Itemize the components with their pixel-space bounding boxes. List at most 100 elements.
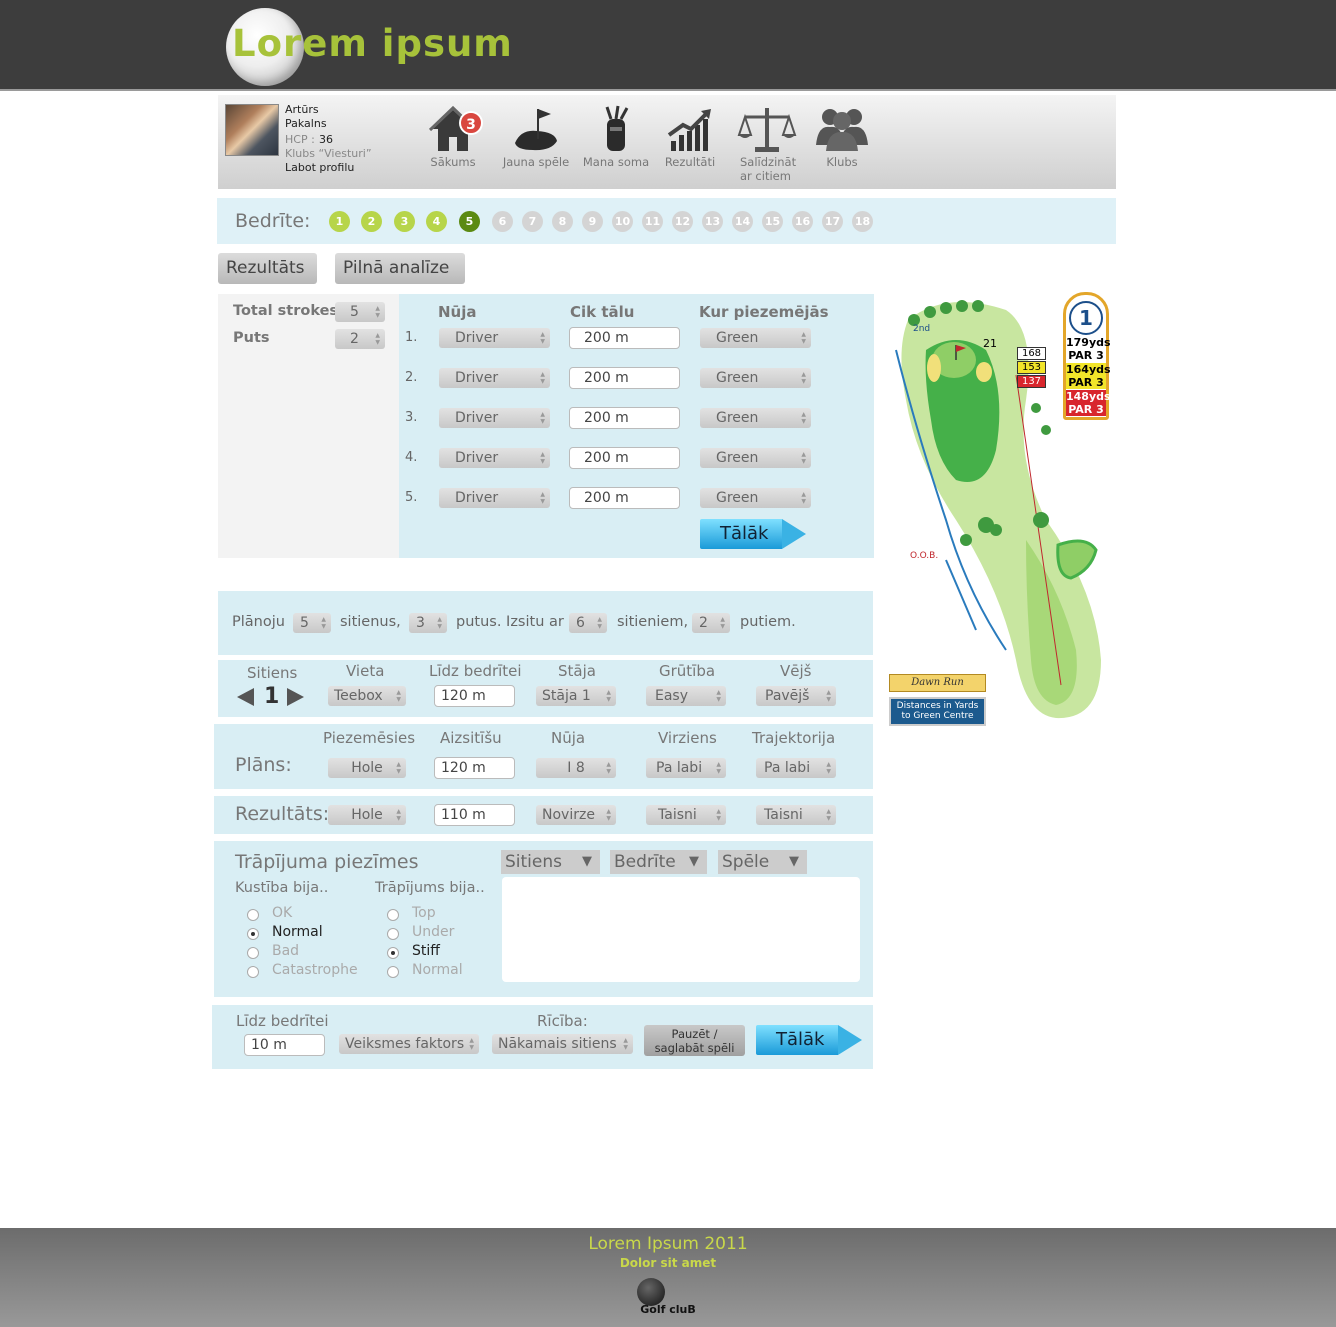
nav-results[interactable]: Rezultāti [650,105,730,169]
hole-button-15[interactable]: 15 [762,211,783,232]
bottom-next-button[interactable]: Tālāk [756,1025,862,1055]
pause-save-button[interactable]: Pauzēt / saglabāt spēli [644,1025,745,1056]
nav-compare[interactable]: Salīdzināt ar citiem [727,105,807,183]
stroke-distance-input[interactable]: 200 m [569,327,680,349]
actual-putts-select[interactable]: 2 [692,613,730,633]
action-label: Rīcība: [537,1012,588,1030]
hole-button-6[interactable]: 6 [492,211,513,232]
stroke-landing-select[interactable]: Green [700,448,811,468]
chevron-down-icon: ▼ [582,854,592,869]
result-deviation-select[interactable]: Novirze [536,805,616,825]
stroke-distance-input[interactable]: 200 m [569,407,680,429]
nav-club[interactable]: Klubs [802,105,882,169]
next-button[interactable]: Tālāk [700,519,806,549]
plan-direction-select[interactable]: Pa labi [646,758,726,778]
water-line [945,559,977,631]
stroke-landing-select[interactable]: Green [700,408,811,428]
notes-tab-shot[interactable]: Sitiens ▼ [501,850,600,874]
result-trajectory-select[interactable]: Taisni [756,805,836,825]
stroke-distance-input[interactable]: 200 m [569,447,680,469]
nav-my-bag[interactable]: Mana soma [576,105,656,169]
hole-button-8[interactable]: 8 [552,211,573,232]
actual-strokes-select[interactable]: 6 [569,613,607,633]
putts-select[interactable]: 2 [335,329,385,349]
stroke-landing-select[interactable]: Green [700,368,811,388]
hole-button-14[interactable]: 14 [732,211,753,232]
stroke-landing-select[interactable]: Green [700,488,811,508]
notes-textarea[interactable] [502,877,860,982]
legend-distances-1: Distances in Yards [896,701,979,711]
tab-result[interactable]: Rezultāts [218,253,317,284]
hit-radio[interactable] [387,947,399,959]
hit-radio[interactable] [387,966,399,978]
hole-button-17[interactable]: 17 [822,211,843,232]
wind-select[interactable]: Pavējš [756,686,836,706]
dist-yellow: 153 [1017,361,1046,374]
result-landing-select[interactable]: Hole [328,805,406,825]
plan-carry-input[interactable]: 120 m [434,757,515,779]
site-logo[interactable]: Lorem ipsum [232,22,513,65]
hole-button-18[interactable]: 18 [852,211,873,232]
stroke-club-select[interactable]: Driver [439,408,550,428]
movement-radio[interactable] [247,966,259,978]
hole-button-10[interactable]: 10 [612,211,633,232]
stroke-club-select[interactable]: Driver [439,328,550,348]
hole-button-4[interactable]: 4 [426,211,447,232]
hole-button-5[interactable]: 5 [459,211,480,232]
total-strokes-select[interactable]: 5 [335,302,385,322]
plan-text-5: putiem. [740,614,796,630]
hole-button-7[interactable]: 7 [522,211,543,232]
hole-button-2[interactable]: 2 [361,211,382,232]
bottom-to-hole-input[interactable]: 10 m [244,1034,325,1056]
hole-button-12[interactable]: 12 [672,211,693,232]
stroke-club-select[interactable]: Driver [439,488,550,508]
dist-white: 168 [1017,347,1046,360]
movement-radio[interactable] [247,909,259,921]
plan-club-select[interactable]: I 8 [536,758,616,778]
hole-button-11[interactable]: 11 [642,211,663,232]
stroke-distance-input[interactable]: 200 m [569,367,680,389]
tab-full-analysis[interactable]: Pilnā analīze [335,253,465,284]
hit-radio[interactable] [387,928,399,940]
hole-button-9[interactable]: 9 [582,211,603,232]
edit-profile-link[interactable]: Labot profilu [285,161,354,175]
difficulty-select[interactable]: Easy [646,686,726,706]
stroke-row-number: 1. [405,330,418,345]
result-carry-input[interactable]: 110 m [434,804,515,826]
plan-trajectory-select[interactable]: Pa labi [756,758,836,778]
hole-button-1[interactable]: 1 [329,211,350,232]
place-select[interactable]: Teebox [328,686,406,706]
plan-strokes-select[interactable]: 5 [293,613,331,633]
plan-trajectory-header: Trajektorija [752,729,836,747]
next-shot-arrow-icon[interactable] [287,688,304,706]
stroke-club-select[interactable]: Driver [439,448,550,468]
notes-tab-game[interactable]: Spēle ▼ [718,850,807,874]
nav-new-game[interactable]: Jauna spēle [496,105,576,169]
hole-button-13[interactable]: 13 [702,211,723,232]
movement-radio[interactable] [247,947,259,959]
stance-select[interactable]: Stāja 1 [536,686,616,706]
stroke-landing-select[interactable]: Green [700,328,811,348]
hole-button-16[interactable]: 16 [792,211,813,232]
hole-button-3[interactable]: 3 [394,211,415,232]
to-hole-input[interactable]: 120 m [434,685,515,707]
notes-tab-hole[interactable]: Bedrīte ▼ [610,850,707,874]
action-select[interactable]: Nākamais sitiens [492,1034,633,1054]
user-club: Klubs “Viesturi” [285,147,372,160]
pause-label-2: saglabāt spēli [654,1041,735,1055]
stroke-distance-input[interactable]: 200 m [569,487,680,509]
hit-radio[interactable] [387,909,399,921]
second-tee-label: 2nd [913,324,931,334]
luck-factor-select[interactable]: Veiksmes faktors [339,1034,479,1054]
prev-shot-arrow-icon[interactable] [237,688,254,706]
shot-number: 1 [264,684,280,709]
avatar [225,104,279,156]
plan-landing-select[interactable]: Hole [328,758,406,778]
result-direction-select[interactable]: Taisni [646,805,726,825]
stroke-club-select[interactable]: Driver [439,368,550,388]
nav-home[interactable]: Sākums [413,105,493,169]
footer-logo-text: Golf cluB [640,1303,696,1316]
nav-compare-label-2: ar citiem [740,169,791,183]
movement-radio[interactable] [247,928,259,940]
plan-putts-select[interactable]: 3 [409,613,447,633]
